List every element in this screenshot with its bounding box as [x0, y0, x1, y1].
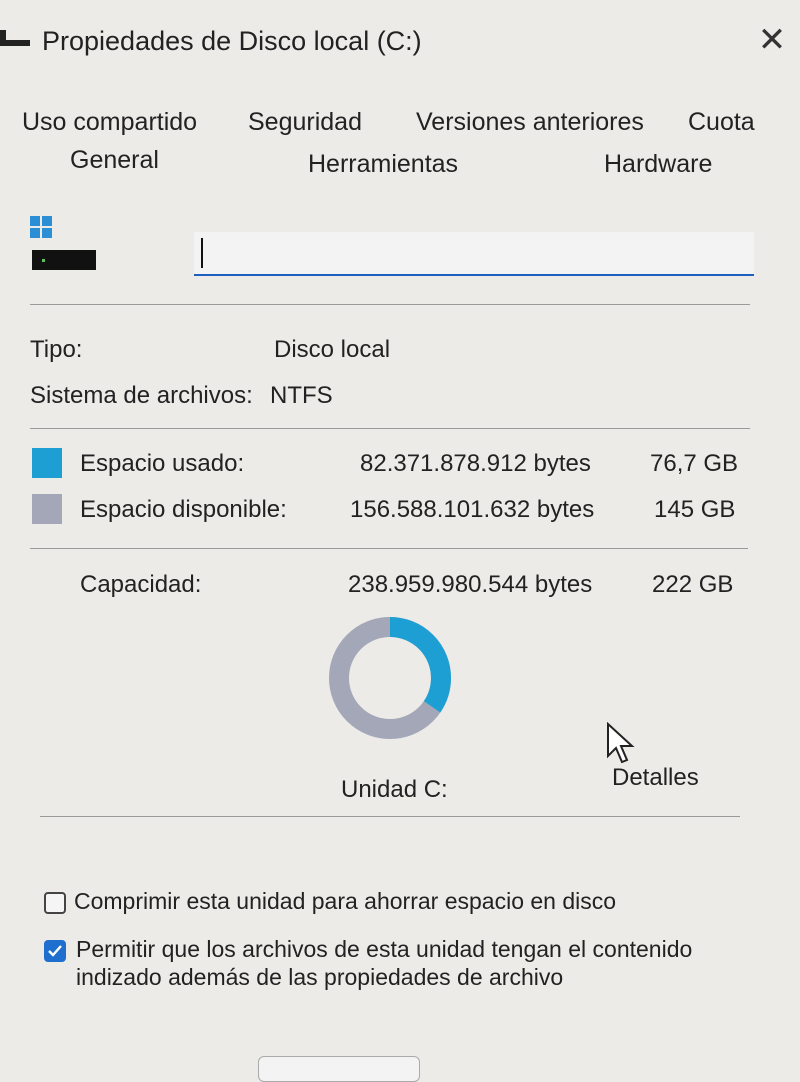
compress-checkbox[interactable]: [44, 892, 66, 914]
used-space-label: Espacio usado:: [80, 450, 245, 477]
capacity-label: Capacidad:: [80, 571, 202, 598]
tab-general[interactable]: General: [70, 146, 159, 175]
window-title: Propiedades de Disco local (C:): [42, 26, 422, 56]
tab-herramientas[interactable]: Herramientas: [308, 150, 458, 179]
free-space-swatch: [32, 494, 62, 524]
bottom-button[interactable]: [258, 1056, 420, 1082]
drive-label: Unidad C:: [341, 776, 448, 803]
text-caret: [201, 238, 203, 268]
used-space-bytes: 82.371.878.912 bytes: [360, 450, 591, 477]
capacity-bytes: 238.959.980.544 bytes: [348, 571, 593, 598]
mouse-cursor-icon: [607, 722, 635, 764]
drive-name-input[interactable]: [194, 232, 754, 276]
divider: [40, 816, 740, 817]
index-checkbox[interactable]: [44, 940, 66, 962]
free-space-bytes: 156.588.101.632 bytes: [350, 496, 595, 523]
free-space-label: Espacio disponible:: [80, 496, 287, 523]
divider: [30, 428, 750, 429]
filesystem-label: Sistema de archivos:: [30, 382, 253, 409]
tab-seguridad[interactable]: Seguridad: [248, 108, 362, 137]
type-value: Disco local: [274, 336, 391, 363]
checkmark-icon: [48, 945, 62, 957]
used-space-size: 76,7 GB: [650, 450, 739, 477]
divider: [30, 304, 750, 305]
index-label-line2[interactable]: indizado además de las propiedades de ar…: [76, 964, 563, 991]
divider: [30, 548, 748, 549]
title-bar: Propiedades de Disco local (C:) ✕: [0, 0, 800, 82]
drive-title-icon: [0, 30, 30, 46]
compress-label[interactable]: Comprimir esta unidad para ahorrar espac…: [74, 888, 616, 915]
index-label-line1[interactable]: Permitir que los archivos de esta unidad…: [76, 936, 692, 963]
tab-versiones-anteriores[interactable]: Versiones anteriores: [416, 108, 644, 137]
tab-uso-compartido[interactable]: Uso compartido: [22, 108, 197, 137]
filesystem-value: NTFS: [270, 382, 333, 409]
close-button[interactable]: ✕: [752, 20, 792, 60]
tab-hardware[interactable]: Hardware: [604, 150, 712, 179]
free-space-size: 145 GB: [654, 496, 736, 523]
windows-drive-icon: [30, 216, 96, 272]
capacity-size: 222 GB: [652, 571, 734, 598]
tab-cuota[interactable]: Cuota: [688, 108, 755, 137]
used-space-swatch: [32, 448, 62, 478]
type-label: Tipo:: [30, 336, 83, 363]
details-button[interactable]: Detalles: [612, 764, 699, 792]
usage-donut-chart: [329, 617, 451, 739]
